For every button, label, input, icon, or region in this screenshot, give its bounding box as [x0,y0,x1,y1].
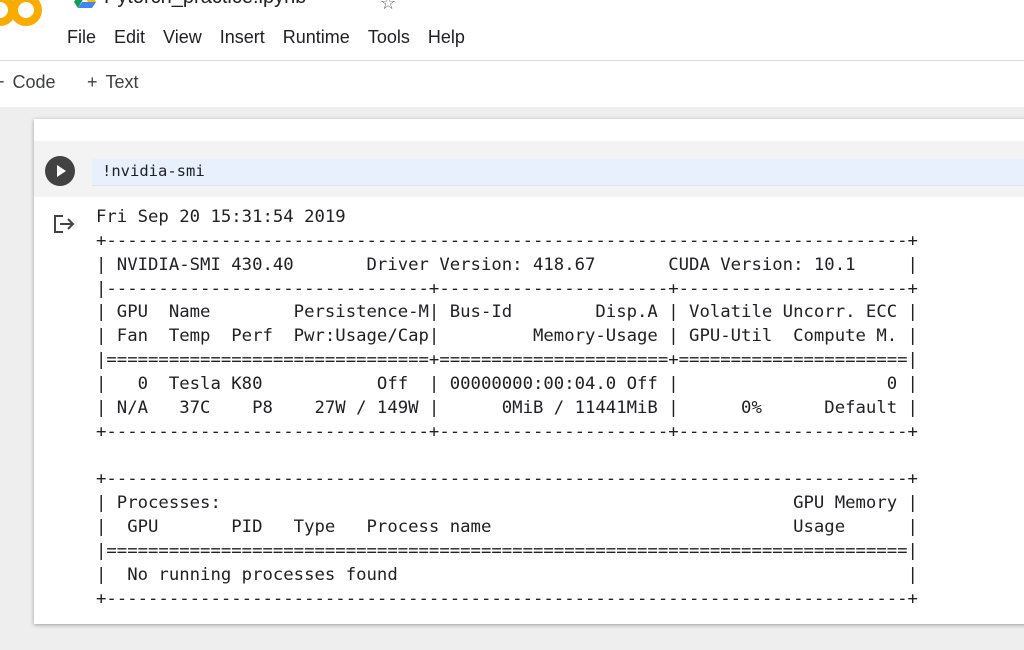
output-line: | GPU PID Type Process name Usage | [96,516,918,537]
google-drive-icon [74,0,96,8]
add-text-label: Text [105,72,139,92]
star-icon[interactable]: ☆ [380,0,396,12]
colab-logo-icon[interactable] [0,0,46,28]
output-line: | N/A 37C P8 27W / 149W | 0MiB / 11441Mi… [96,397,918,418]
menu-edit[interactable]: Edit [105,24,154,50]
output-line: +---------------------------------------… [96,469,918,490]
output-line: |=======================================… [96,540,918,561]
plus-icon: + [0,72,5,92]
notebook-title[interactable]: Pytorch_practice.ipynb [104,0,306,9]
menu-runtime[interactable]: Runtime [274,24,359,50]
app-header: Pytorch_practice.ipynb ☆ File Edit View … [0,0,1024,61]
add-code-cell-button[interactable]: + Code [0,72,56,93]
play-icon [57,165,66,177]
output-line: | Fan Temp Perf Pwr:Usage/Cap| Memory-Us… [96,326,918,347]
output-line: +---------------------------------------… [96,230,918,251]
notebook-area: !nvidia-smi Fri Sep 20 15:31:54 2019 +---… [0,107,1024,650]
output-line: Fri Sep 20 15:31:54 2019 [96,207,346,227]
menu-view[interactable]: View [154,24,211,50]
menu-help[interactable]: Help [419,24,474,50]
menu-bar: File Edit View Insert Runtime Tools Help [58,24,474,50]
add-code-label: Code [12,72,56,92]
cell-output: Fri Sep 20 15:31:54 2019 +---------------… [96,206,918,611]
code-editor[interactable]: !nvidia-smi [92,159,1024,186]
add-text-cell-button[interactable]: + Text [87,72,139,93]
output-line: | 0 Tesla K80 Off | 00000000:00:04.0 Off… [96,373,918,394]
output-line: | GPU Name Persistence-M| Bus-Id Disp.A … [96,302,918,323]
output-line: | NVIDIA-SMI 430.40 Driver Version: 418.… [96,254,918,275]
menu-tools[interactable]: Tools [359,24,419,50]
output-line: |-------------------------------+-------… [96,278,918,299]
menu-insert[interactable]: Insert [211,24,274,50]
output-line: |===============================+=======… [96,350,918,371]
output-exit-icon[interactable] [53,214,77,234]
run-cell-button[interactable] [45,156,75,186]
plus-icon: + [87,72,98,92]
output-line: | No running processes found | [96,564,918,585]
output-line: +-------------------------------+-------… [96,421,918,442]
menu-file[interactable]: File [58,24,105,50]
code-cell[interactable]: !nvidia-smi Fri Sep 20 15:31:54 2019 +---… [34,119,1024,624]
output-line: +---------------------------------------… [96,588,918,609]
code-text: !nvidia-smi [102,162,205,180]
toolbar: + Code + Text [0,61,1024,107]
output-line: | Processes: GPU Memory | [96,493,918,514]
